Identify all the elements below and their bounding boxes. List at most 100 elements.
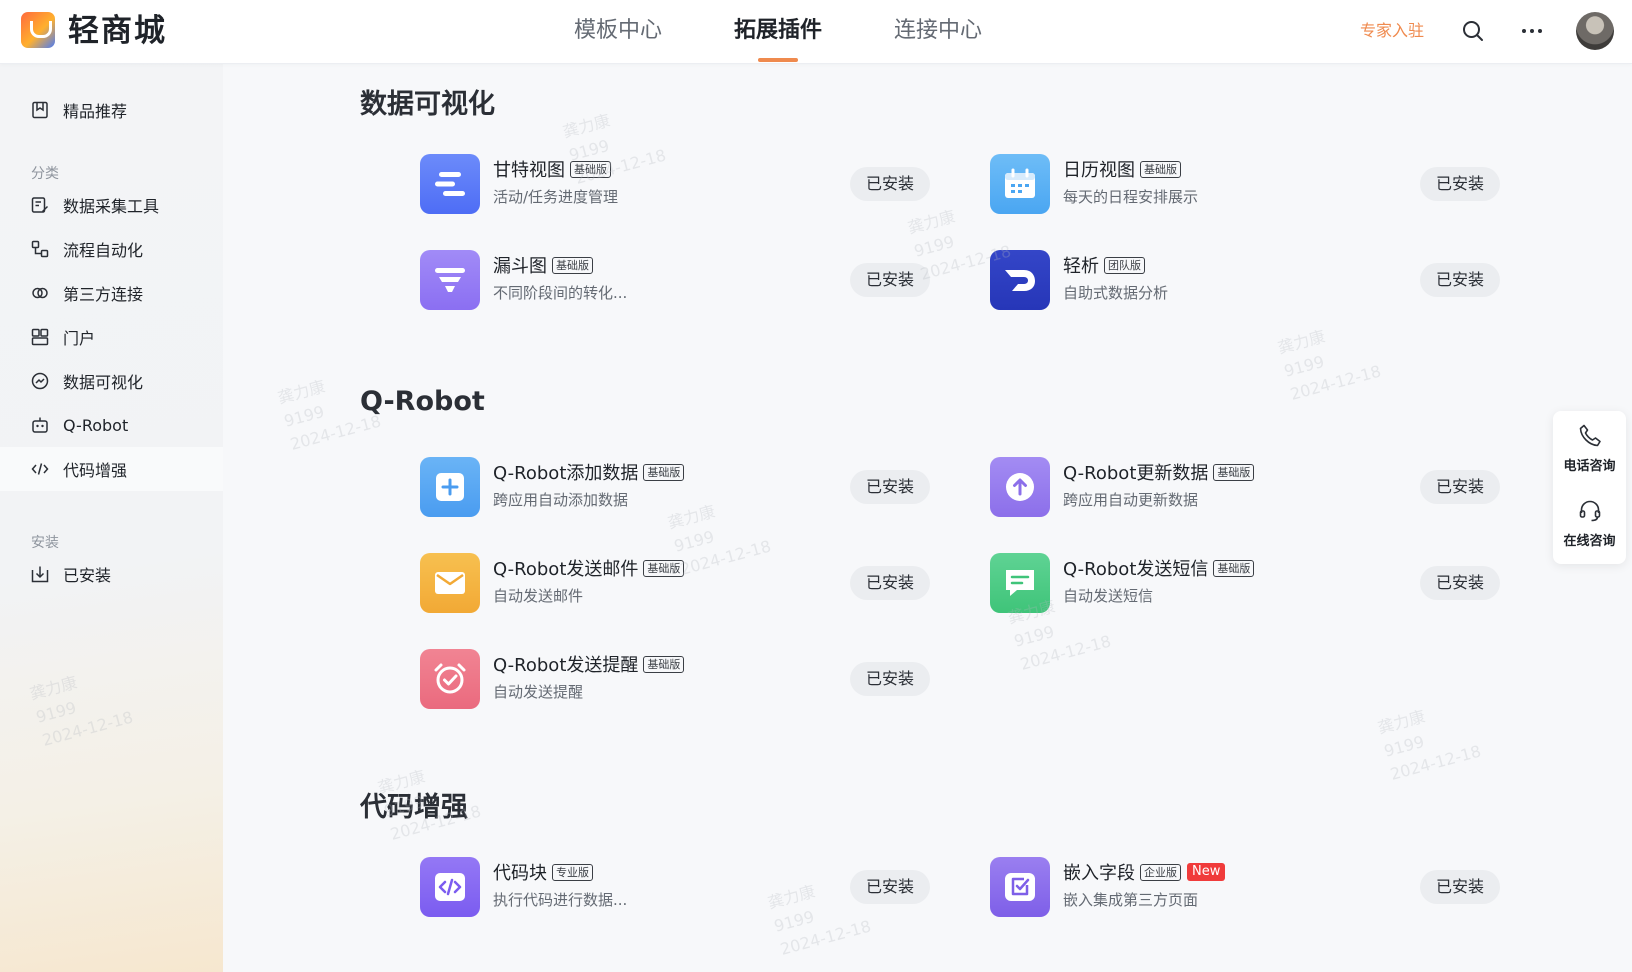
message-icon xyxy=(990,553,1050,613)
link-icon xyxy=(31,284,49,302)
installed-button[interactable]: 已安装 xyxy=(850,470,930,504)
plugin-name-row: 轻析 团队版 xyxy=(1063,252,1145,278)
tier-badge: 基础版 xyxy=(570,160,611,178)
plugin-name-row: 甘特视图 基础版 xyxy=(493,156,611,182)
plugin-desc: 自动发送邮件 xyxy=(493,587,584,605)
plugin-card: 日历视图 基础版 每天的日程安排展示 已安装 xyxy=(990,152,1510,216)
sidebar-item-label: 代码增强 xyxy=(63,461,128,480)
plugin-card: Q-Robot发送短信 基础版 自动发送短信 已安装 xyxy=(990,551,1510,615)
gantt-icon xyxy=(420,154,480,214)
float-label: 在线咨询 xyxy=(1563,534,1616,549)
plugin-name-row: Q-Robot发送短信 基础版 xyxy=(1063,555,1255,581)
consult-panel: 电话咨询 在线咨询 xyxy=(1553,411,1626,564)
plugin-name-row: 漏斗图 基础版 xyxy=(493,252,593,278)
sidebar-item-label: 流程自动化 xyxy=(63,241,144,260)
sidebar-item-label: 精品推荐 xyxy=(63,102,128,121)
main-nav: 模板中心 拓展插件 连接中心 xyxy=(538,0,1018,64)
tier-badge: 基础版 xyxy=(552,256,593,274)
sidebar-item-automation[interactable]: 流程自动化 xyxy=(0,227,223,271)
avatar[interactable] xyxy=(1576,12,1614,50)
sidebar-item-data-collection[interactable]: 数据采集工具 xyxy=(0,183,223,227)
plugin-name-row: Q-Robot发送提醒 基础版 xyxy=(493,651,685,677)
sidebar-item-label: 已安装 xyxy=(63,566,112,585)
plugin-desc: 每天的日程安排展示 xyxy=(1063,188,1199,206)
plugin-name: 代码块 xyxy=(493,863,547,884)
plugin-desc: 跨应用自动添加数据 xyxy=(493,491,629,509)
plugin-name: Q-Robot发送短信 xyxy=(1063,559,1209,580)
download-icon xyxy=(31,565,49,583)
plugin-name: Q-Robot发送邮件 xyxy=(493,559,639,580)
plugin-desc: 嵌入集成第三方页面 xyxy=(1063,891,1199,909)
form-edit-icon xyxy=(31,196,49,214)
installed-button[interactable]: 已安装 xyxy=(1420,263,1500,297)
code-block-icon xyxy=(420,857,480,917)
sidebar-item-portal[interactable]: 门户 xyxy=(0,315,223,359)
sidebar-item-installed[interactable]: 已安装 xyxy=(0,552,223,596)
tier-badge: 企业版 xyxy=(1140,863,1181,881)
plugin-name: 轻析 xyxy=(1063,256,1099,277)
installed-button[interactable]: 已安装 xyxy=(1420,870,1500,904)
float-label: 电话咨询 xyxy=(1563,459,1616,474)
plugin-name: Q-Robot发送提醒 xyxy=(493,655,639,676)
sidebar-item-label: 数据可视化 xyxy=(63,373,144,392)
sidebar-item-code[interactable]: 代码增强 xyxy=(0,447,223,491)
bookmark-icon xyxy=(31,101,49,119)
tab-connections[interactable]: 连接中心 xyxy=(858,0,1018,64)
more-icon[interactable] xyxy=(1518,17,1546,45)
new-badge: New xyxy=(1187,863,1226,881)
sidebar-item-visualization[interactable]: 数据可视化 xyxy=(0,359,223,403)
flow-icon xyxy=(31,240,49,258)
sidebar-item-label: 数据采集工具 xyxy=(63,197,160,216)
calendar-icon xyxy=(990,154,1050,214)
upload-icon xyxy=(990,457,1050,517)
plugin-desc: 活动/任务进度管理 xyxy=(493,188,619,206)
phone-icon xyxy=(1553,423,1626,449)
installed-button[interactable]: 已安装 xyxy=(1420,167,1500,201)
search-icon[interactable] xyxy=(1459,17,1487,45)
tier-badge: 基础版 xyxy=(643,559,685,577)
sidebar-item-third-party[interactable]: 第三方连接 xyxy=(0,271,223,315)
plugin-desc: 自助式数据分析 xyxy=(1063,284,1169,302)
tier-badge: 团队版 xyxy=(1104,256,1145,274)
tab-templates[interactable]: 模板中心 xyxy=(538,0,698,64)
plugin-card: Q-Robot发送提醒 基础版 自动发送提醒 已安装 xyxy=(420,647,940,711)
alarm-icon xyxy=(420,649,480,709)
watermark: 龚力康 9199 2024-12-18 xyxy=(1275,326,1383,404)
phone-consult-button[interactable]: 电话咨询 xyxy=(1553,423,1626,474)
installed-button[interactable]: 已安装 xyxy=(850,870,930,904)
plugin-desc: 不同阶段间的转化... xyxy=(493,284,628,302)
sidebar-item-featured[interactable]: 精品推荐 xyxy=(0,88,223,132)
installed-button[interactable]: 已安装 xyxy=(850,566,930,600)
portal-icon xyxy=(31,328,49,346)
chart-icon xyxy=(31,372,49,390)
plugin-desc: 跨应用自动更新数据 xyxy=(1063,491,1199,509)
installed-button[interactable]: 已安装 xyxy=(1420,566,1500,600)
headset-icon xyxy=(1553,498,1626,524)
plugin-card: Q-Robot更新数据 基础版 跨应用自动更新数据 已安装 xyxy=(990,455,1510,519)
plugin-card: Q-Robot添加数据 基础版 跨应用自动添加数据 已安装 xyxy=(420,455,940,519)
tier-badge: 基础版 xyxy=(643,655,685,673)
code-icon xyxy=(31,460,49,478)
installed-button[interactable]: 已安装 xyxy=(1420,470,1500,504)
online-consult-button[interactable]: 在线咨询 xyxy=(1553,498,1626,549)
installed-button[interactable]: 已安装 xyxy=(850,263,930,297)
analytics-icon xyxy=(990,250,1050,310)
app-logo[interactable] xyxy=(21,12,55,48)
install-group-label: 安装 xyxy=(31,535,59,551)
plugin-name-row: Q-Robot发送邮件 基础版 xyxy=(493,555,685,581)
installed-button[interactable]: 已安装 xyxy=(850,167,930,201)
sidebar: 精品推荐 分类 数据采集工具 流程自动化 第三方连接 门户 数据可视化 Q-Ro… xyxy=(0,64,223,972)
plugin-card: 漏斗图 基础版 不同阶段间的转化... 已安装 xyxy=(420,248,940,312)
expert-join-link[interactable]: 专家入驻 xyxy=(1360,20,1424,42)
tier-badge: 基础版 xyxy=(1213,463,1255,481)
plugin-card: 甘特视图 基础版 活动/任务进度管理 已安装 xyxy=(420,152,940,216)
plugin-desc: 自动发送短信 xyxy=(1063,587,1154,605)
tab-plugins[interactable]: 拓展插件 xyxy=(698,0,858,64)
sidebar-item-q-robot[interactable]: Q-Robot xyxy=(0,403,223,447)
installed-button[interactable]: 已安装 xyxy=(850,662,930,696)
plugin-name: 日历视图 xyxy=(1063,160,1135,181)
section-title: 代码增强 xyxy=(360,792,468,823)
plugin-card: 代码块 专业版 执行代码进行数据... 已安装 xyxy=(420,855,940,919)
top-header: 轻商城 模板中心 拓展插件 连接中心 专家入驻 xyxy=(0,0,1632,64)
plugin-name-row: Q-Robot更新数据 基础版 xyxy=(1063,459,1255,485)
